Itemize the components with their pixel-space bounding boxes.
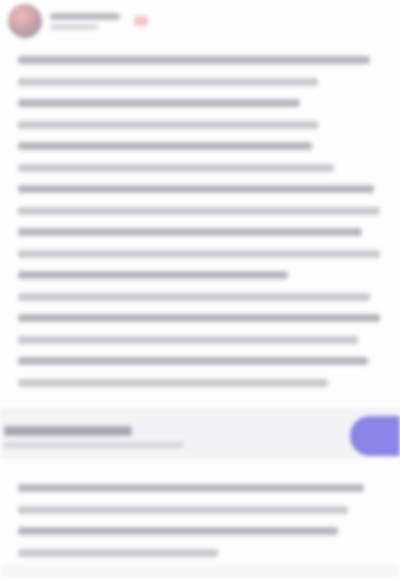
cta-sublabel-blurred <box>4 442 184 448</box>
text-line <box>18 77 318 86</box>
text-line <box>18 249 380 258</box>
text-line <box>18 185 374 193</box>
post-header <box>8 2 268 40</box>
post-page <box>0 0 400 579</box>
text-line <box>18 314 380 322</box>
cta-button[interactable] <box>350 416 400 456</box>
post-body-text-continued <box>18 484 380 570</box>
cta-label-blurred <box>4 426 132 436</box>
footer-strip <box>0 565 400 579</box>
text-line <box>18 357 368 365</box>
text-line <box>18 56 370 64</box>
text-line <box>18 120 318 129</box>
text-line <box>18 163 334 172</box>
text-line <box>18 335 358 344</box>
text-line <box>18 142 312 150</box>
text-line <box>18 206 380 215</box>
text-line <box>18 292 370 301</box>
author-avatar[interactable] <box>8 4 42 38</box>
post-body-text <box>18 56 380 400</box>
call-to-action-bar <box>0 408 400 458</box>
text-line <box>18 271 288 279</box>
text-line <box>18 484 364 492</box>
author-name-blurred[interactable] <box>50 12 120 20</box>
author-badge <box>134 16 148 26</box>
text-line <box>18 527 338 535</box>
author-meta-blurred <box>50 23 98 30</box>
text-line <box>18 228 362 236</box>
text-line <box>18 548 218 557</box>
text-line <box>18 378 328 387</box>
author-info <box>50 12 120 30</box>
text-line <box>18 505 348 514</box>
text-line <box>18 99 300 107</box>
